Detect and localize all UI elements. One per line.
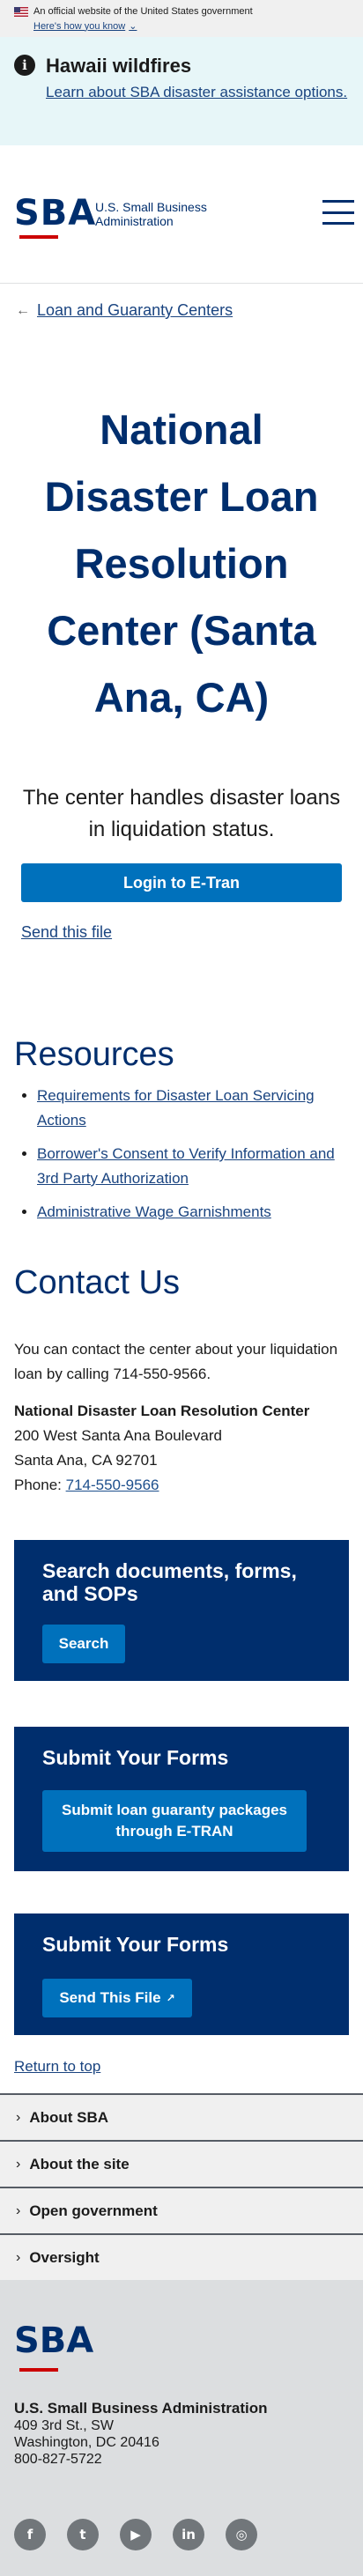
list-item: Requirements for Disaster Loan Servicing… bbox=[37, 1084, 350, 1133]
phone-link[interactable]: 714-550-9566 bbox=[66, 1477, 159, 1493]
submit-forms-card: Submit Your Forms Submit loan guaranty p… bbox=[14, 1727, 349, 1871]
sba-logo[interactable]: SBA U.S. Small Business Administration bbox=[14, 188, 207, 241]
center-name: National Disaster Loan Resolution Center bbox=[14, 1403, 310, 1419]
footer-org: U.S. Small Business Administration bbox=[14, 2400, 268, 2417]
site-alert: i Hawaii wildfires Learn about SBA disas… bbox=[0, 37, 363, 145]
breadcrumb-link[interactable]: Loan and Guaranty Centers bbox=[37, 301, 233, 320]
chevron-right-icon: › bbox=[16, 2109, 21, 2125]
arrow-left-icon: ← bbox=[16, 302, 30, 318]
card-title: Search documents, forms, and SOPs bbox=[42, 1559, 297, 1605]
site-header: SBA U.S. Small Business Administration bbox=[0, 145, 363, 284]
footer-nav-about-sba[interactable]: › About SBA bbox=[0, 2093, 363, 2140]
gov-banner-text: An official website of the United States… bbox=[33, 6, 253, 17]
external-link-icon: ↗ bbox=[166, 1992, 175, 2004]
alert-title: Hawaii wildfires bbox=[46, 55, 192, 77]
submit-etran-button[interactable]: Submit loan guaranty packages through E-… bbox=[42, 1790, 307, 1852]
footer-phone: 800-827-5722 bbox=[14, 2452, 102, 2467]
footer-nav-open-government[interactable]: › Open government bbox=[0, 2187, 363, 2233]
sba-logo-icon: SBA bbox=[14, 188, 95, 241]
linkedin-icon[interactable]: in bbox=[173, 2519, 204, 2550]
footer-nav-oversight[interactable]: › Oversight bbox=[0, 2233, 363, 2280]
sba-footer-logo[interactable]: SBA bbox=[14, 2317, 93, 2375]
resources-heading: Resources bbox=[14, 1036, 174, 1073]
footer-address-1: 409 3rd St., SW bbox=[14, 2418, 114, 2433]
return-to-top-link[interactable]: Return to top bbox=[14, 2058, 100, 2076]
gov-banner-toggle[interactable]: Here's how you know ⌄ bbox=[33, 20, 349, 33]
resources-list: Requirements for Disaster Loan Servicing… bbox=[37, 1084, 350, 1233]
send-file-link[interactable]: Send this file bbox=[21, 923, 112, 942]
resource-link[interactable]: Administrative Wage Garnishments bbox=[37, 1203, 271, 1220]
resource-link[interactable]: Borrower's Consent to Verify Information… bbox=[37, 1145, 335, 1187]
hamburger-icon bbox=[322, 200, 354, 203]
twitter-icon[interactable]: t bbox=[67, 2519, 99, 2550]
chevron-down-icon: ⌄ bbox=[129, 21, 137, 32]
gov-banner-link[interactable]: Here's how you know bbox=[33, 21, 125, 32]
address-city: Santa Ana, CA 92701 bbox=[14, 1452, 158, 1469]
footer-nav: › About SBA › About the site › Open governm… bbox=[0, 2093, 363, 2280]
us-flag-icon bbox=[14, 6, 28, 17]
search-card: Search documents, forms, and SOPs Search bbox=[14, 1540, 349, 1681]
contact-address: National Disaster Loan Resolution Center… bbox=[14, 1399, 349, 1498]
card-title: Submit Your Forms bbox=[42, 1746, 229, 1769]
contact-intro: You can contact the center about your li… bbox=[14, 1341, 338, 1382]
social-links: f t ▶ in ◎ bbox=[14, 2519, 349, 2550]
phone-line: Phone: 714-550-9566 bbox=[14, 1477, 159, 1493]
breadcrumb: ← Loan and Guaranty Centers bbox=[16, 301, 233, 320]
hero: National Disaster Loan Resolution Center… bbox=[14, 396, 349, 846]
login-etran-button[interactable]: Login to E-Tran bbox=[21, 863, 342, 902]
youtube-icon[interactable]: ▶ bbox=[120, 2519, 152, 2550]
footer: SBA U.S. Small Business Administration 4… bbox=[0, 2280, 363, 2576]
page-title: National Disaster Loan Resolution Center… bbox=[44, 406, 319, 721]
chevron-right-icon: › bbox=[16, 2156, 21, 2172]
list-item: Borrower's Consent to Verify Information… bbox=[37, 1142, 350, 1191]
alert-link[interactable]: Learn about SBA disaster assistance opti… bbox=[46, 81, 347, 103]
chevron-right-icon: › bbox=[16, 2202, 21, 2218]
menu-button[interactable] bbox=[322, 200, 354, 225]
card-title: Submit Your Forms bbox=[42, 1933, 229, 1956]
info-icon: i bbox=[14, 55, 35, 76]
contact-heading: Contact Us bbox=[14, 1264, 180, 1301]
logo-subtitle: U.S. Small Business Administration bbox=[95, 200, 207, 228]
gov-banner: An official website of the United States… bbox=[0, 0, 363, 37]
search-button[interactable]: Search bbox=[42, 1625, 125, 1663]
send-file-card: Submit Your Forms Send This File ↗ bbox=[14, 1913, 349, 2035]
list-item: Administrative Wage Garnishments bbox=[37, 1200, 350, 1225]
chevron-right-icon: › bbox=[16, 2249, 21, 2265]
facebook-icon[interactable]: f bbox=[14, 2519, 46, 2550]
page-lead: The center handles disaster loans in liq… bbox=[22, 786, 341, 841]
footer-address-2: Washington, DC 20416 bbox=[14, 2435, 159, 2450]
footer-nav-about-site[interactable]: › About the site bbox=[0, 2140, 363, 2187]
send-this-file-button[interactable]: Send This File ↗ bbox=[42, 1979, 192, 2017]
resource-link[interactable]: Requirements for Disaster Loan Servicing… bbox=[37, 1087, 315, 1129]
address-street: 200 West Santa Ana Boulevard bbox=[14, 1427, 222, 1444]
instagram-icon[interactable]: ◎ bbox=[226, 2519, 257, 2550]
